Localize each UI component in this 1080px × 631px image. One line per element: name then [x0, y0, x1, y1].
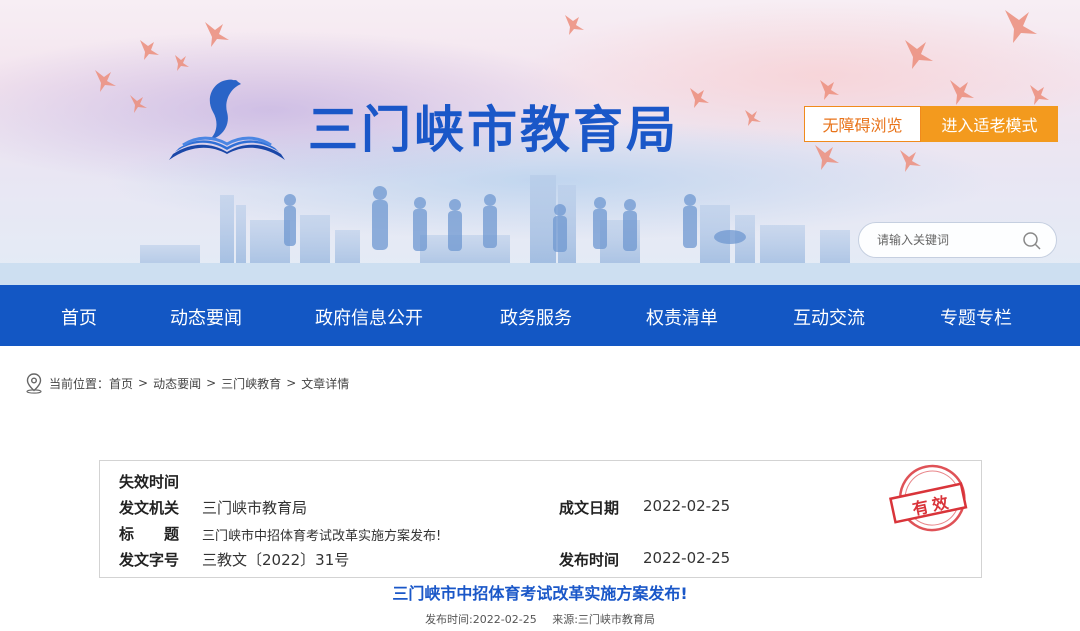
breadcrumb-prefix: 当前位置：	[49, 376, 110, 391]
search-box	[858, 222, 1057, 258]
breadcrumb-separator: >	[138, 376, 149, 390]
elder-mode-button[interactable]: 进入适老模式	[921, 106, 1058, 142]
location-pin-icon	[26, 373, 42, 394]
breadcrumb-current: 文章详情	[301, 376, 350, 391]
site-title: 三门峡市教育局	[308, 101, 679, 159]
valid-stamp: 有效	[878, 463, 978, 541]
search-icon[interactable]	[1022, 231, 1042, 251]
nav-item-responsibility-list[interactable]: 权责清单	[646, 304, 718, 330]
doc-number-value: 三教文〔2022〕31号	[202, 551, 350, 569]
article-source: 来源:三门峡市教育局	[552, 613, 655, 626]
article-meta: 发布时间:2022-02-25 来源:三门峡市教育局	[0, 611, 1080, 627]
issuer-label: 发文机关	[119, 499, 180, 517]
date-value: 2022-02-25	[643, 497, 731, 515]
nav-item-home[interactable]: 首页	[61, 304, 97, 330]
nav-item-topics[interactable]: 专题专栏	[940, 304, 1012, 330]
breadcrumb-separator: >	[286, 376, 297, 390]
publish-value: 2022-02-25	[643, 549, 731, 567]
accessibility-button[interactable]: 无障碍浏览	[804, 106, 921, 142]
breadcrumb-link-home[interactable]: 首页	[109, 375, 133, 392]
nav-item-news[interactable]: 动态要闻	[170, 304, 242, 330]
education-bureau-logo	[169, 79, 285, 160]
expiry-label: 失效时间	[119, 473, 180, 491]
breadcrumb-separator: >	[206, 376, 217, 390]
article-title: 三门峡市中招体育考试改革实施方案发布!	[392, 584, 688, 603]
nav-item-gov-info[interactable]: 政府信息公开	[315, 304, 423, 330]
breadcrumb: 当前位置： 首页 > 动态要闻 > 三门峡教育 > 文章详情	[24, 371, 349, 395]
article-publish-time: 发布时间:2022-02-25	[425, 613, 537, 626]
title-value: 三门峡市中招体育考试改革实施方案发布!	[202, 529, 442, 544]
issuer-value: 三门峡市教育局	[202, 499, 308, 517]
breadcrumb-link-news[interactable]: 动态要闻	[153, 375, 201, 392]
search-input[interactable]	[877, 233, 1017, 247]
header-banner: 三门峡市教育局 无障碍浏览 进入适老模式	[0, 0, 1080, 285]
title-label: 标 题	[119, 525, 180, 543]
nav-item-services[interactable]: 政务服务	[500, 304, 572, 330]
publish-label: 发布时间	[559, 551, 620, 569]
nav-item-interaction[interactable]: 互动交流	[793, 304, 865, 330]
breadcrumb-link-sanmenxia-edu[interactable]: 三门峡教育	[221, 375, 281, 392]
date-label: 成文日期	[559, 499, 620, 517]
document-info-box: 失效时间 发文机关 三门峡市教育局 成文日期 2022-02-25 标 题 三门…	[99, 460, 982, 578]
main-nav: 首页 动态要闻 政府信息公开 政务服务 权责清单 互动交流 专题专栏	[0, 285, 1080, 346]
doc-number-label: 发文字号	[119, 551, 180, 569]
